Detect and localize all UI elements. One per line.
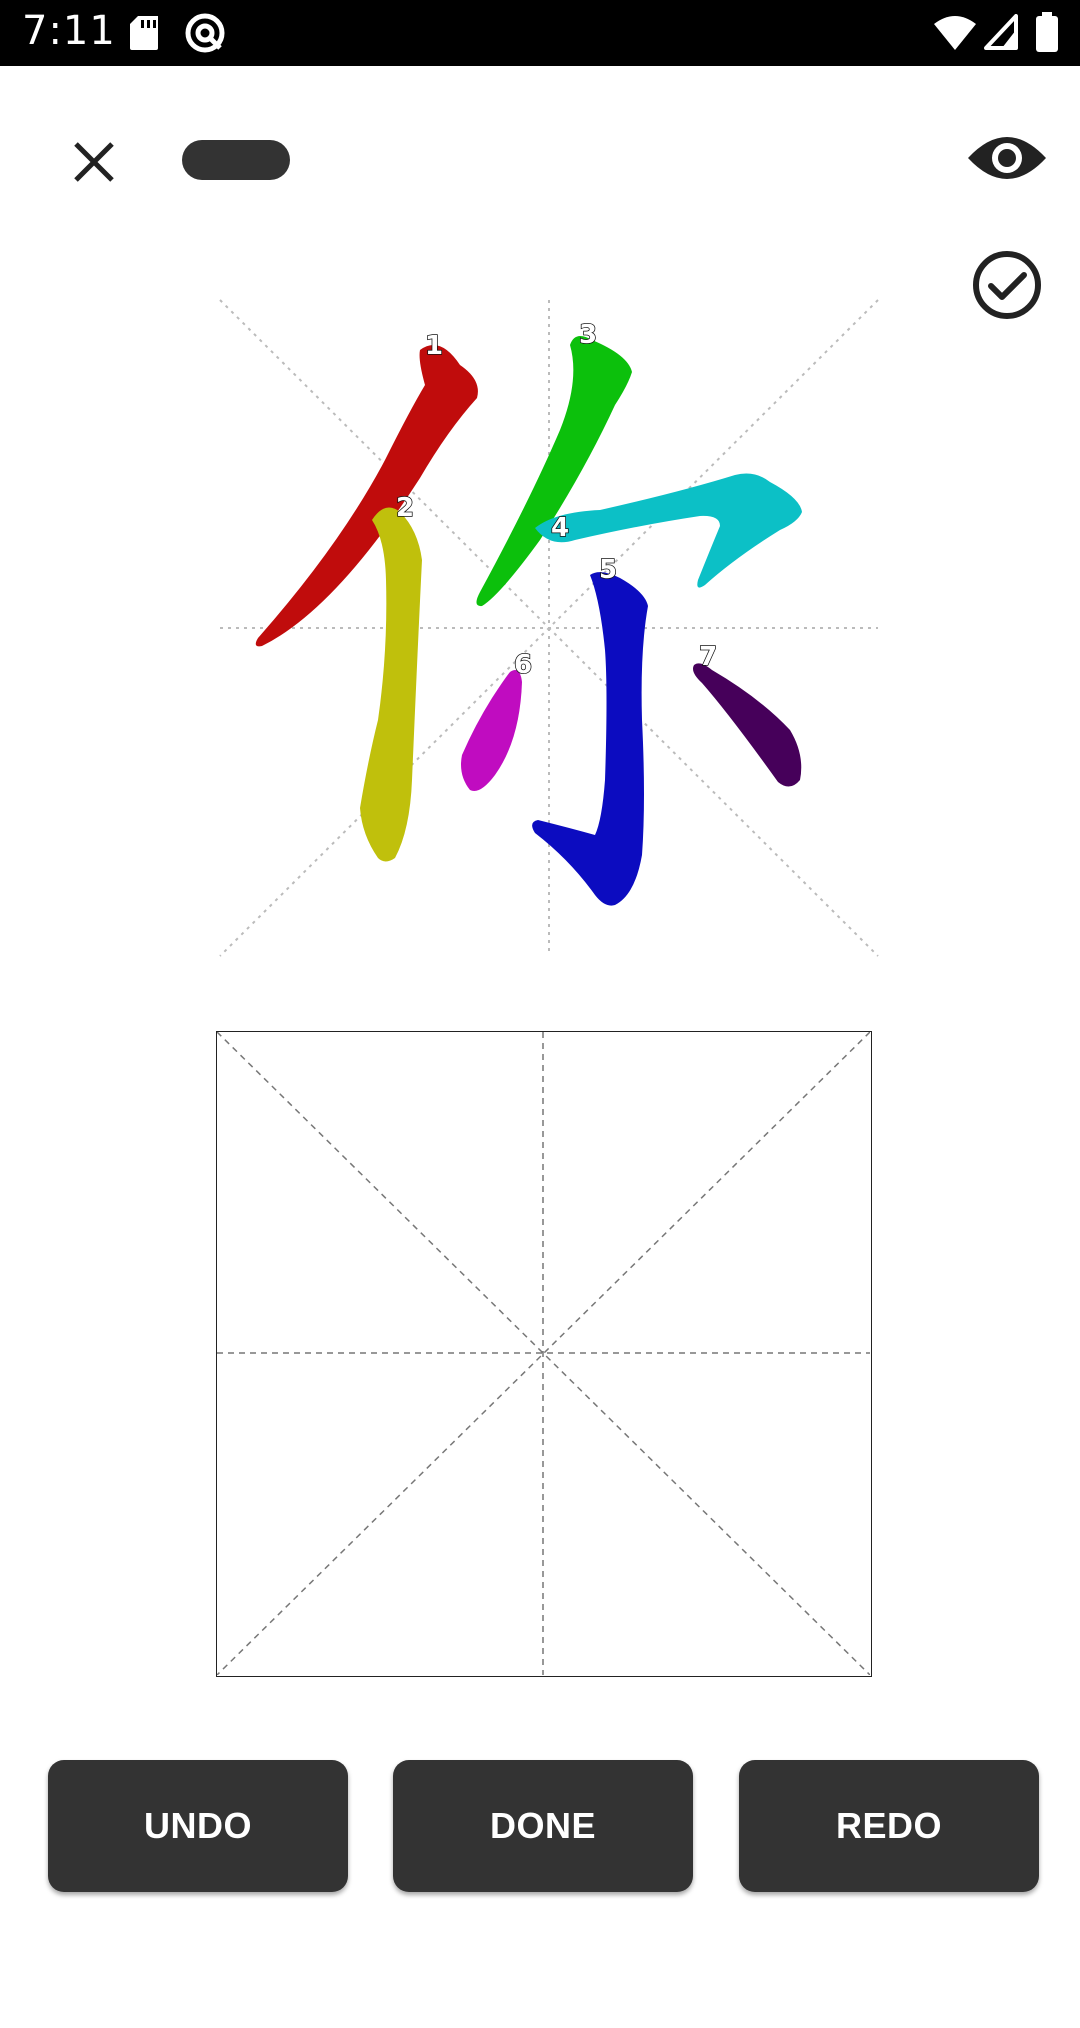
- stroke-number-7: 7: [699, 642, 717, 672]
- done-label: DONE: [489, 1805, 596, 1846]
- stroke-1: [255, 345, 478, 647]
- stroke-number-2: 2: [396, 493, 414, 523]
- canvas-guide-lines: [217, 1032, 870, 1675]
- undo-button[interactable]: UNDO: [48, 1760, 348, 1892]
- redo-label: REDO: [835, 1805, 942, 1846]
- stroke-number-4: 4: [551, 513, 569, 543]
- stroke-number-6: 6: [514, 650, 532, 680]
- stroke-7: [693, 663, 802, 787]
- guide-lines: [219, 299, 879, 957]
- stroke-number-3: 3: [579, 320, 597, 350]
- writing-canvas[interactable]: [216, 1031, 872, 1677]
- stroke-number-1: 1: [425, 331, 443, 361]
- stroke-number-5: 5: [599, 555, 617, 585]
- stroke-2: [360, 507, 422, 862]
- redo-button[interactable]: REDO: [739, 1760, 1039, 1892]
- stroke-6: [461, 669, 522, 791]
- stroke-order-display: 1 2 3 4 5 6 7: [219, 299, 879, 957]
- done-button[interactable]: DONE: [393, 1760, 693, 1892]
- undo-label: UNDO: [144, 1805, 252, 1846]
- stroke-4: [535, 473, 802, 588]
